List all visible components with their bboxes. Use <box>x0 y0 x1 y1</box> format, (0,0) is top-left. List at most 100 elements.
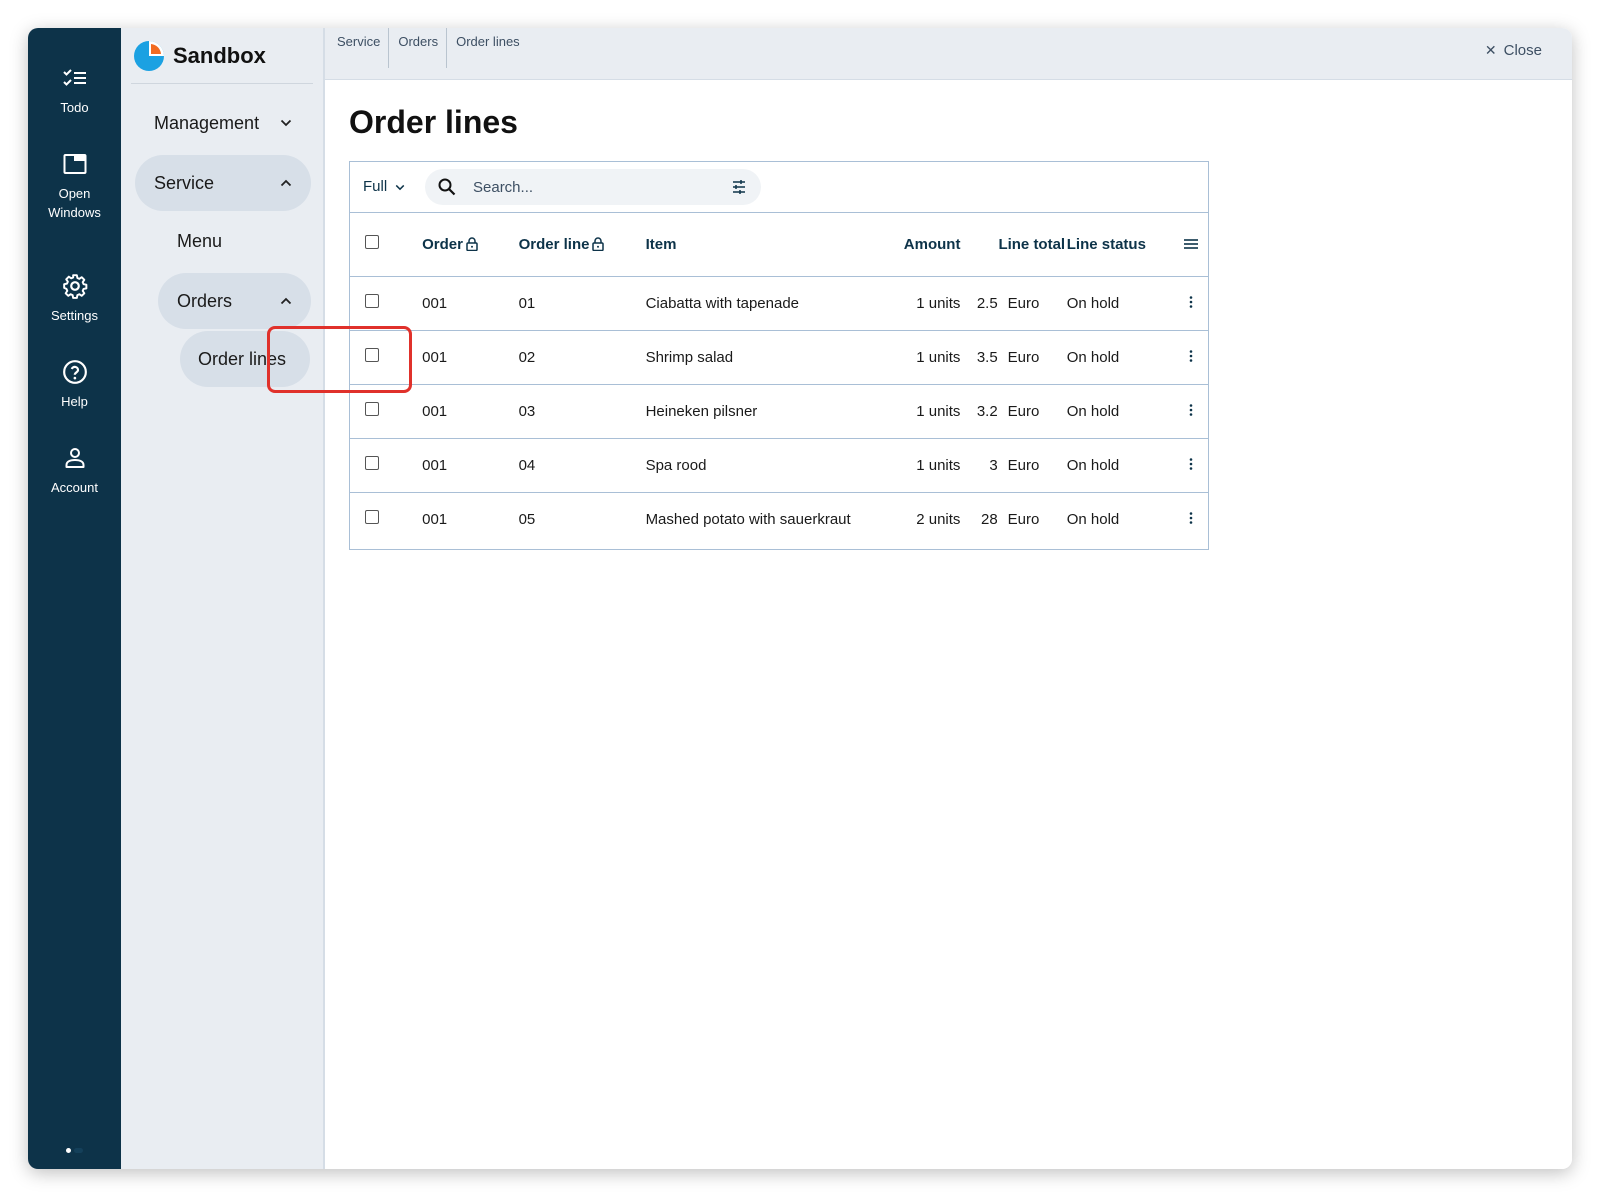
select-all-checkbox[interactable] <box>365 235 379 250</box>
table-row[interactable]: 001 05 Mashed potato with sauerkraut 2 u… <box>350 492 1208 546</box>
search-input[interactable] <box>473 178 713 196</box>
breadcrumb-order-lines[interactable]: Order lines <box>456 28 528 68</box>
cell-amount: 2 units <box>916 510 961 528</box>
chevron-up-icon <box>279 294 293 308</box>
header-select-cell <box>350 213 423 277</box>
rail-item-open-windows[interactable]: Open Windows <box>28 150 121 272</box>
cell-line-status: On hold <box>1066 276 1174 331</box>
cell-item: Ciabatta with tapenade <box>645 276 870 331</box>
app-window: Todo Open Windows Settings Help Account <box>28 28 1572 1169</box>
header-order-label: Order <box>422 235 463 253</box>
filter-settings-icon[interactable] <box>731 179 747 195</box>
lock-icon <box>592 237 605 251</box>
breadcrumb-service[interactable]: Service <box>337 28 390 68</box>
row-menu-cell <box>1173 276 1208 331</box>
more-vertical-icon[interactable] <box>1189 349 1193 362</box>
table-row[interactable]: 001 03 Heineken pilsner 1 units 3.2 Euro… <box>350 384 1208 439</box>
close-button[interactable]: ✕ Close <box>1485 42 1542 59</box>
row-select-cell <box>350 492 422 546</box>
brand-name: Sandbox <box>173 42 266 68</box>
header-order-line[interactable]: Order line <box>518 213 646 277</box>
cell-line-total: 3.5 <box>960 330 1008 385</box>
cell-order-line: 02 <box>518 330 646 385</box>
cell-line-total: 28 <box>980 510 998 528</box>
cell-order-line: 04 <box>518 438 646 493</box>
row-select-cell <box>350 276 423 331</box>
nav-label-orders: Orders <box>177 290 233 311</box>
hamburger-menu-icon[interactable] <box>1183 238 1198 249</box>
order-lines-table: Order Order line Item Amount Line total … <box>350 213 1208 546</box>
header-line-total[interactable]: Line total <box>960 213 1067 277</box>
cell-item: Heineken pilsner <box>645 384 870 439</box>
chevron-down-icon <box>279 116 293 130</box>
more-vertical-icon[interactable] <box>1189 403 1193 416</box>
cell-amount: 1 units <box>869 330 961 385</box>
row-checkbox[interactable] <box>365 402 379 416</box>
nav-item-management[interactable]: Management <box>135 98 311 148</box>
nav-label-order-lines: Order lines <box>198 348 287 369</box>
more-vertical-icon[interactable] <box>1189 457 1193 470</box>
cell-order-line: 01 <box>518 276 646 331</box>
chevron-up-icon <box>279 176 293 190</box>
view-selector[interactable]: Full <box>363 178 405 195</box>
header-amount[interactable]: Amount <box>869 213 961 277</box>
gear-icon <box>61 272 89 300</box>
cell-item: Mashed potato with sauerkraut <box>645 510 851 528</box>
row-checkbox[interactable] <box>365 456 379 470</box>
more-vertical-icon[interactable] <box>1189 295 1193 308</box>
row-checkbox[interactable] <box>365 294 379 308</box>
rail-label-account: Account <box>51 480 98 495</box>
page-title: Order lines <box>349 104 518 140</box>
row-select-cell <box>350 438 423 493</box>
main-content: Service Orders Order lines ✕ Close Order… <box>325 28 1572 1169</box>
header-line-status[interactable]: Line status <box>1066 213 1174 277</box>
rail-label-open-windows: Open Windows <box>48 186 101 220</box>
cell-currency: Euro <box>1007 330 1067 385</box>
lock-icon <box>466 237 478 251</box>
cell-item: Shrimp salad <box>645 330 870 385</box>
rail-item-help[interactable]: Help <box>28 358 121 444</box>
rail-indicator-pill <box>74 1148 83 1153</box>
cell-currency: Euro <box>1007 438 1067 493</box>
more-vertical-icon[interactable] <box>1189 511 1193 524</box>
table-row[interactable]: 001 01 Ciabatta with tapenade 1 units 2.… <box>350 276 1208 331</box>
icon-rail: Todo Open Windows Settings Help Account <box>28 28 121 1169</box>
nav-item-service[interactable]: Service <box>135 155 311 211</box>
cell-currency: Euro <box>1007 510 1040 528</box>
rail-item-settings[interactable]: Settings <box>28 272 121 358</box>
sandbox-logo-icon <box>134 40 164 71</box>
todo-checklist-icon <box>61 64 89 92</box>
order-lines-grid: Full Order Order line <box>349 161 1209 550</box>
breadcrumb-orders[interactable]: Orders <box>398 28 448 68</box>
close-icon: ✕ <box>1484 42 1497 58</box>
top-bar: Service Orders Order lines ✕ Close <box>325 28 1572 80</box>
cell-amount: 1 units <box>869 438 961 493</box>
chevron-down-icon <box>395 178 405 195</box>
row-checkbox[interactable] <box>365 348 379 362</box>
cell-line-status: On hold <box>1066 330 1174 385</box>
rail-item-account[interactable]: Account <box>28 444 121 530</box>
grid-toolbar: Full <box>350 162 1208 213</box>
cell-order: 001 <box>422 438 519 493</box>
navigation-panel: Sandbox Management Service Menu Orders O… <box>121 28 412 1169</box>
cell-order: 001 <box>422 330 519 385</box>
row-menu-cell <box>1173 330 1208 385</box>
row-checkbox[interactable] <box>365 510 379 525</box>
cell-currency: Euro <box>1007 276 1067 331</box>
help-circle-icon <box>61 358 89 386</box>
row-menu-cell <box>1173 438 1208 493</box>
cell-order-line: 05 <box>518 510 536 528</box>
nav-item-menu[interactable]: Menu <box>158 216 311 266</box>
header-order[interactable]: Order <box>422 213 519 277</box>
cell-line-total: 3.2 <box>960 384 1008 439</box>
cell-order: 001 <box>422 384 519 439</box>
cell-order-line: 03 <box>518 384 646 439</box>
table-row[interactable]: 001 02 Shrimp salad 1 units 3.5 Euro On … <box>350 330 1208 385</box>
cell-line-status: On hold <box>1066 384 1174 439</box>
nav-label-service: Service <box>154 172 215 193</box>
rail-item-todo[interactable]: Todo <box>28 64 121 150</box>
nav-item-order-lines[interactable]: Order lines <box>180 331 310 387</box>
table-row[interactable]: 001 04 Spa rood 1 units 3 Euro On hold <box>350 438 1208 493</box>
header-item[interactable]: Item <box>645 213 870 277</box>
nav-item-orders[interactable]: Orders <box>158 273 311 329</box>
